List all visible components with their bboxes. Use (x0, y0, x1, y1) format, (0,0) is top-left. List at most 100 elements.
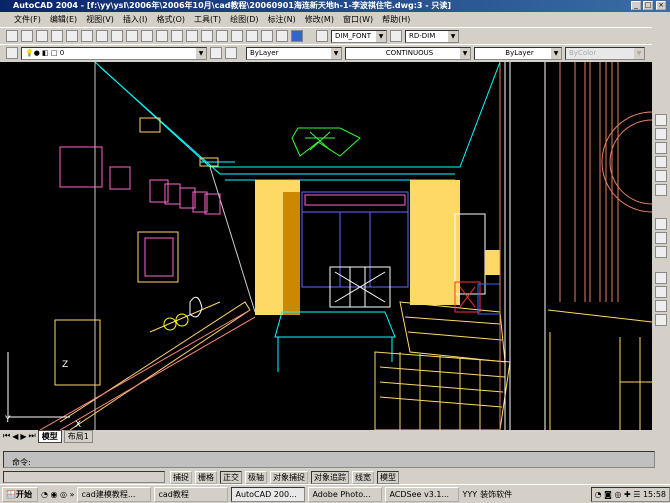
clip-icon[interactable] (655, 314, 667, 326)
ceiling-light (139, 117, 161, 133)
menu-view[interactable]: 视图(V) (86, 14, 114, 25)
ucs-x-label: X (75, 420, 81, 430)
start-button[interactable]: 🪟开始 (2, 486, 38, 502)
help-icon[interactable] (291, 30, 303, 42)
layer-name: 0 (59, 48, 65, 57)
coffee-table (274, 311, 396, 372)
copy-icon[interactable] (111, 30, 123, 42)
view-se-iso-icon[interactable] (655, 232, 667, 244)
zoom-previous-icon[interactable] (231, 30, 243, 42)
menu-file[interactable]: 文件(F) (14, 14, 41, 25)
dim-style-icon[interactable] (390, 30, 402, 42)
polar-toggle[interactable]: 极轴 (245, 470, 267, 484)
task-acdsee[interactable]: ACDSee v3.1... (385, 486, 460, 502)
minimize-button[interactable]: _ (631, 1, 641, 10)
zoom-realtime-icon[interactable] (201, 30, 213, 42)
layer-select[interactable]: 💡● ◧ □ 0 (21, 46, 207, 60)
lineweight-select[interactable]: ByLayer (474, 46, 562, 60)
close-button[interactable]: × (656, 1, 666, 10)
command-prompt: 命令: (12, 458, 31, 467)
otrack-toggle[interactable]: 对象追踪 (311, 470, 349, 484)
task-autocad[interactable]: AutoCAD 200... (231, 486, 306, 502)
orbit-continuous-icon[interactable] (655, 286, 667, 298)
model-toggle[interactable]: 模型 (377, 470, 399, 484)
quick-launch-icon[interactable]: ◔ ◉ ◎ » (41, 490, 74, 499)
orbit-icon[interactable] (655, 272, 667, 284)
tab-layout1[interactable]: 布局1 (63, 429, 93, 443)
view-right-icon[interactable] (655, 156, 667, 168)
pan-icon[interactable] (186, 30, 198, 42)
menu-dimension[interactable]: 标注(N) (268, 14, 296, 25)
menu-format[interactable]: 格式(O) (156, 14, 185, 25)
new-icon[interactable] (6, 30, 18, 42)
layer-previous-icon[interactable] (225, 47, 237, 59)
layer-manager-icon[interactable] (6, 47, 18, 59)
drawing-area[interactable]: Z Y X (0, 61, 653, 431)
tab-model[interactable]: 模型 (37, 429, 62, 443)
tab-next-button[interactable]: ▶ (20, 432, 26, 441)
menu-help[interactable]: 帮助(H) (382, 14, 410, 25)
design-center-icon[interactable] (261, 30, 273, 42)
linetype-select[interactable]: CONTINUOUS (345, 46, 471, 60)
osnap-toggle[interactable]: 对象捕捉 (270, 470, 308, 484)
layout-tabs: ⏮ ◀ ▶ ⏭ 模型 布局1 (0, 429, 652, 443)
text-style-icon[interactable] (316, 30, 328, 42)
match-icon[interactable] (141, 30, 153, 42)
plotstyle-select[interactable]: ByColor (565, 46, 645, 60)
start-label: 开始 (15, 489, 32, 499)
view-bottom-icon[interactable] (655, 128, 667, 140)
yellow-wall-right (410, 180, 460, 305)
properties-icon[interactable] (246, 30, 258, 42)
tab-first-button[interactable]: ⏮ (3, 431, 10, 441)
command-line[interactable]: 命令: (3, 451, 655, 468)
preview-icon[interactable] (66, 30, 78, 42)
ucs-y-label: Y (4, 415, 11, 425)
menu-edit[interactable]: 编辑(E) (50, 14, 77, 25)
view-front-icon[interactable] (655, 170, 667, 182)
tool-palette-icon[interactable] (276, 30, 288, 42)
redo-icon[interactable] (171, 30, 183, 42)
view-top-icon[interactable] (655, 114, 667, 126)
toolbar-yyy[interactable]: YYY (462, 490, 477, 499)
make-current-layer-icon[interactable] (210, 47, 222, 59)
tab-last-button[interactable]: ⏭ (29, 431, 36, 441)
grid-toggle[interactable]: 栅格 (195, 470, 217, 484)
task-cad-modeling[interactable]: cad建模教程... (77, 486, 152, 502)
publish-icon[interactable] (81, 30, 93, 42)
view-left-icon[interactable] (655, 142, 667, 154)
menu-draw[interactable]: 绘图(D) (230, 14, 258, 25)
toolbar-software[interactable]: 装饰软件 (480, 489, 512, 500)
menu-tools[interactable]: 工具(T) (194, 14, 221, 25)
open-icon[interactable] (21, 30, 33, 42)
ortho-toggle[interactable]: 正交 (220, 470, 242, 484)
menu-window[interactable]: 窗口(W) (343, 14, 373, 25)
menu-insert[interactable]: 插入(I) (123, 14, 148, 25)
text-style-select[interactable]: DIM_FONT (331, 29, 387, 43)
lineweight-toggle[interactable]: 线宽 (352, 470, 374, 484)
zoom-window-icon[interactable] (216, 30, 228, 42)
task-cad-folder[interactable]: cad教程 (154, 486, 229, 502)
snap-toggle[interactable]: 捕捉 (170, 470, 192, 484)
ucs-z-label: Z (62, 360, 68, 370)
menu-modify[interactable]: 修改(M) (305, 14, 334, 25)
view-sw-iso-icon[interactable] (655, 218, 667, 230)
task-photoshop[interactable]: Adobe Photo... (308, 486, 383, 502)
coordinate-display (3, 471, 165, 483)
camera-icon[interactable] (655, 300, 667, 312)
maximize-button[interactable]: □ (643, 1, 653, 10)
paste-icon[interactable] (126, 30, 138, 42)
print-icon[interactable] (51, 30, 63, 42)
undo-icon[interactable] (156, 30, 168, 42)
status-bar: 捕捉 栅格 正交 极轴 对象捕捉 对象追踪 线宽 模型 (0, 470, 670, 484)
cut-icon[interactable] (96, 30, 108, 42)
tab-prev-button[interactable]: ◀ (12, 432, 18, 441)
color-select[interactable]: ByLayer (246, 46, 342, 60)
dim-style-select[interactable]: RD-DIM (405, 29, 459, 43)
wall-cabinets (59, 146, 221, 215)
view-back-icon[interactable] (655, 184, 667, 196)
save-icon[interactable] (36, 30, 48, 42)
view-ne-iso-icon[interactable] (655, 246, 667, 258)
window-title: AutoCAD 2004 - [f:\yy\ysl\2006年\2006年10月… (13, 1, 452, 10)
system-tray: ◔ ◙ ◎ ✚ ☰ 15:58 (590, 486, 670, 502)
menu-bar: 文件(F) 编辑(E) 视图(V) 插入(I) 格式(O) 工具(T) 绘图(D… (0, 12, 670, 26)
